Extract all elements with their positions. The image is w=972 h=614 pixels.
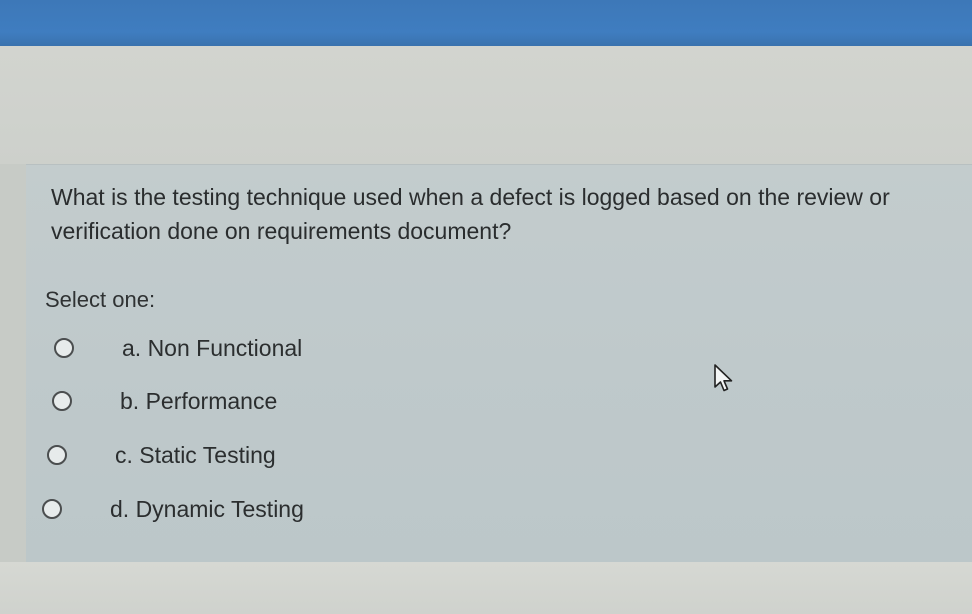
option-d-label[interactable]: d. Dynamic Testing: [110, 496, 304, 523]
radio-button-icon[interactable]: [47, 445, 67, 465]
page-footer-area: [0, 562, 972, 614]
question-text: What is the testing technique used when …: [51, 184, 890, 244]
option-c[interactable]: c. Static Testing: [47, 440, 276, 470]
page-header-area: [0, 46, 972, 164]
left-margin-strip: [0, 164, 26, 564]
option-a[interactable]: a. Non Functional: [54, 333, 302, 363]
option-b-label[interactable]: b. Performance: [120, 388, 277, 415]
option-d[interactable]: d. Dynamic Testing: [42, 494, 304, 524]
option-c-label[interactable]: c. Static Testing: [115, 442, 276, 469]
mouse-pointer-icon: [714, 364, 733, 392]
option-b[interactable]: b. Performance: [52, 386, 277, 416]
browser-top-bar: [0, 0, 972, 46]
radio-button-icon[interactable]: [54, 338, 74, 358]
radio-button-icon[interactable]: [42, 499, 62, 519]
option-a-label[interactable]: a. Non Functional: [122, 335, 302, 362]
radio-button-icon[interactable]: [52, 391, 72, 411]
select-one-prompt: Select one:: [45, 287, 156, 312]
